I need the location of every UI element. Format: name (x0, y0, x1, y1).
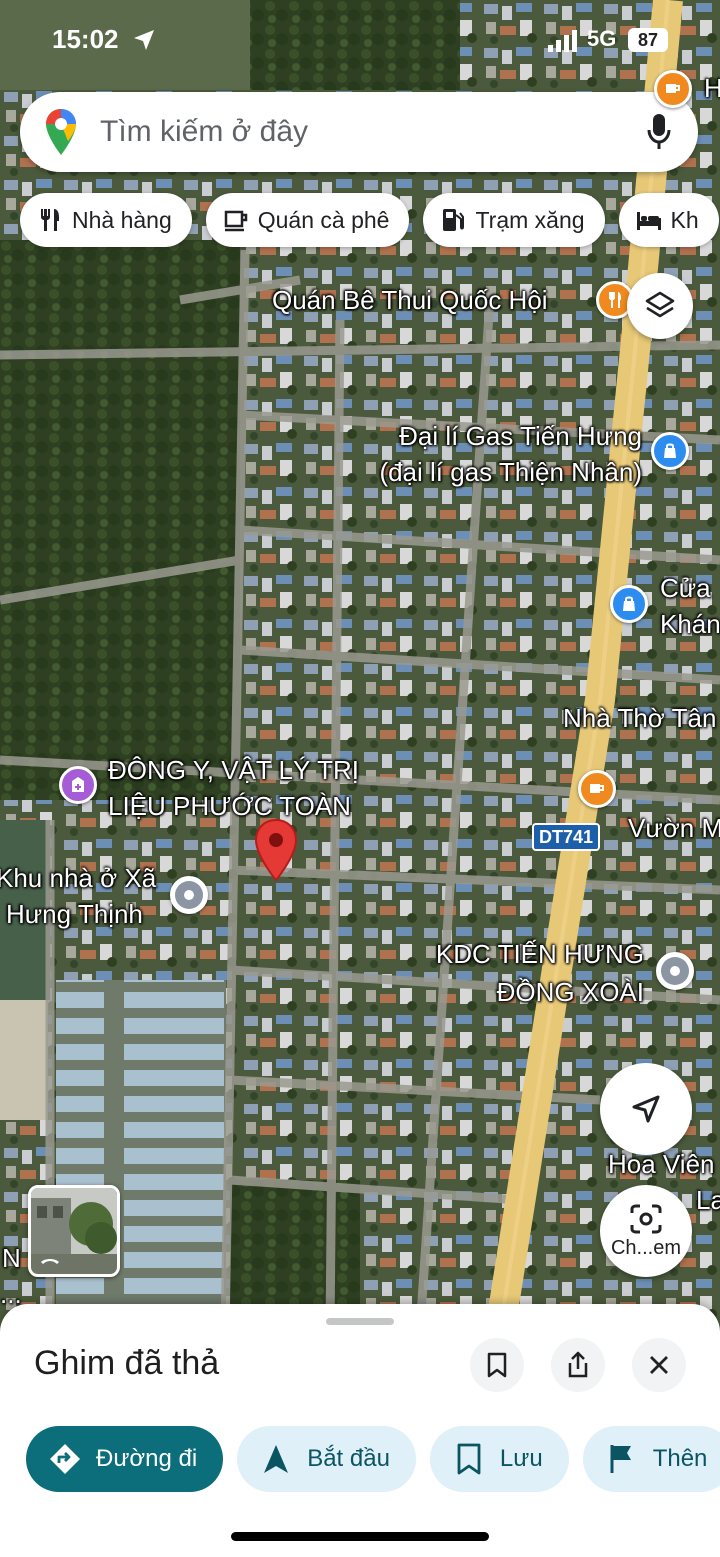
add-label-text: Thên (652, 1445, 708, 1472)
flag-icon (610, 1445, 631, 1473)
map-label-dong-y-line1[interactable]: ĐÔNG Y, VẬT LÝ TRỊ (108, 754, 359, 786)
coffee-cup-icon (224, 210, 247, 232)
place-sheet[interactable]: Ghim đã thả Đường đi Bắt đầu Lưu Thên (0, 1304, 720, 1557)
map-label-vuon[interactable]: Vườn M (628, 812, 720, 844)
poi-shop-icon[interactable] (610, 585, 648, 623)
navigation-arrow-icon (264, 1445, 289, 1473)
close-button[interactable] (632, 1338, 686, 1392)
map-canvas[interactable]: 15:02 5G 87 Tìm kiếm ở đây Nhà hàng Quán… (0, 0, 720, 1330)
map-label-kdc-line1[interactable]: KDC TIẾN HƯNG (380, 938, 644, 970)
map-label-left-n: N (2, 1243, 21, 1273)
search-input[interactable]: Tìm kiếm ở đây (100, 115, 646, 149)
category-chips: Nhà hàng Quán cà phê Trạm xăng Kh (20, 193, 719, 247)
chip-label: Trạm xăng (475, 206, 585, 233)
bookmark-icon (487, 1352, 507, 1378)
poi-place-icon[interactable] (170, 876, 208, 914)
poi-place-icon[interactable] (656, 952, 694, 990)
layers-icon (645, 291, 675, 318)
start-label: Bắt đầu (307, 1445, 390, 1472)
action-buttons: Đường đi Bắt đầu Lưu Thên (26, 1426, 720, 1492)
bookmark-icon (457, 1443, 481, 1475)
directions-button[interactable]: Đường đi (26, 1426, 224, 1492)
map-label-khu-nha-line1[interactable]: Khu nhà ở Xã (0, 862, 156, 894)
share-icon (568, 1351, 588, 1378)
search-bar[interactable]: Tìm kiếm ở đây (20, 92, 698, 172)
map-label-nha-tho[interactable]: Nhà Thờ Tân (563, 702, 716, 734)
microphone-icon[interactable] (646, 113, 672, 151)
save-button[interactable] (470, 1338, 524, 1392)
status-bar: 15:02 5G 87 (0, 22, 720, 62)
maps-logo-icon (46, 109, 76, 155)
save-label: Lưu (499, 1445, 543, 1472)
directions-icon (50, 1444, 80, 1474)
camera-lens-icon (630, 1204, 662, 1233)
map-label-be-thui[interactable]: Quán Bê Thui Quốc Hội (272, 284, 548, 316)
fork-knife-icon (41, 209, 59, 231)
chip-restaurants[interactable]: Nhà hàng (20, 193, 192, 247)
start-button[interactable]: Bắt đầu (237, 1426, 416, 1492)
map-label-dong-y-line2[interactable]: LIỆU PHƯỚC TOÀN (108, 790, 351, 822)
add-label-button[interactable]: Thên (582, 1426, 720, 1492)
map-label-kdc-line2[interactable]: ĐỒNG XOÀI (380, 976, 644, 1008)
street-view-thumbnail[interactable] (28, 1185, 120, 1277)
signal-bars-icon (548, 30, 577, 52)
chip-label: Kh (670, 206, 699, 233)
home-indicator (231, 1532, 489, 1541)
share-button[interactable] (551, 1338, 605, 1392)
map-label-gas-line2[interactable]: (đại lí gas Thiện Nhân) (344, 456, 642, 488)
poi-health-icon[interactable] (59, 766, 97, 804)
sheet-title: Ghim đã thả (34, 1344, 220, 1382)
directions-label: Đường đi (96, 1445, 198, 1472)
sheet-drag-handle[interactable] (326, 1318, 394, 1325)
location-arrow-icon (632, 1095, 660, 1123)
layers-button[interactable] (627, 273, 693, 339)
poi-shop-icon[interactable] (651, 432, 689, 470)
battery-level: 87 (628, 28, 668, 52)
dropped-pin-icon[interactable] (253, 818, 299, 884)
network-type: 5G (587, 26, 617, 51)
my-location-button[interactable] (600, 1063, 692, 1155)
lens-button[interactable]: Ch...em (600, 1185, 692, 1277)
chip-gas-station[interactable]: Trạm xăng (423, 193, 605, 247)
map-label-khu-nha-line2[interactable]: Hưng Thịnh (6, 898, 143, 930)
map-label-gas-line1[interactable]: Đại lí Gas Tiến Hưng (344, 420, 642, 452)
map-label-cua-line2[interactable]: Khán (660, 608, 720, 640)
close-icon (650, 1356, 668, 1374)
location-arrow-icon (134, 30, 154, 50)
status-time: 15:02 (52, 24, 119, 54)
chip-label: Quán cà phê (257, 206, 390, 233)
lens-caption: Ch...em (610, 1236, 682, 1259)
map-label-top-right: H (704, 73, 720, 103)
poi-coffee-icon[interactable] (654, 70, 692, 108)
poi-coffee-icon[interactable] (578, 770, 616, 808)
street-view-image (31, 1188, 117, 1274)
gas-pump-icon (443, 209, 465, 231)
road-shield-dt741: DT741 (532, 823, 601, 851)
map-label-hoa-vien-line1[interactable]: Hoa Viên (608, 1148, 715, 1180)
map-label-hoa-vien-line2[interactable]: La (696, 1184, 720, 1216)
map-label-cua-line1[interactable]: Cửa (660, 572, 711, 604)
chip-label: Nhà hàng (72, 206, 172, 233)
chip-coffee[interactable]: Quán cà phê (205, 193, 410, 247)
chip-hotels[interactable]: Kh (618, 193, 719, 247)
save-place-button[interactable]: Lưu (429, 1426, 569, 1492)
bed-icon (636, 212, 661, 230)
